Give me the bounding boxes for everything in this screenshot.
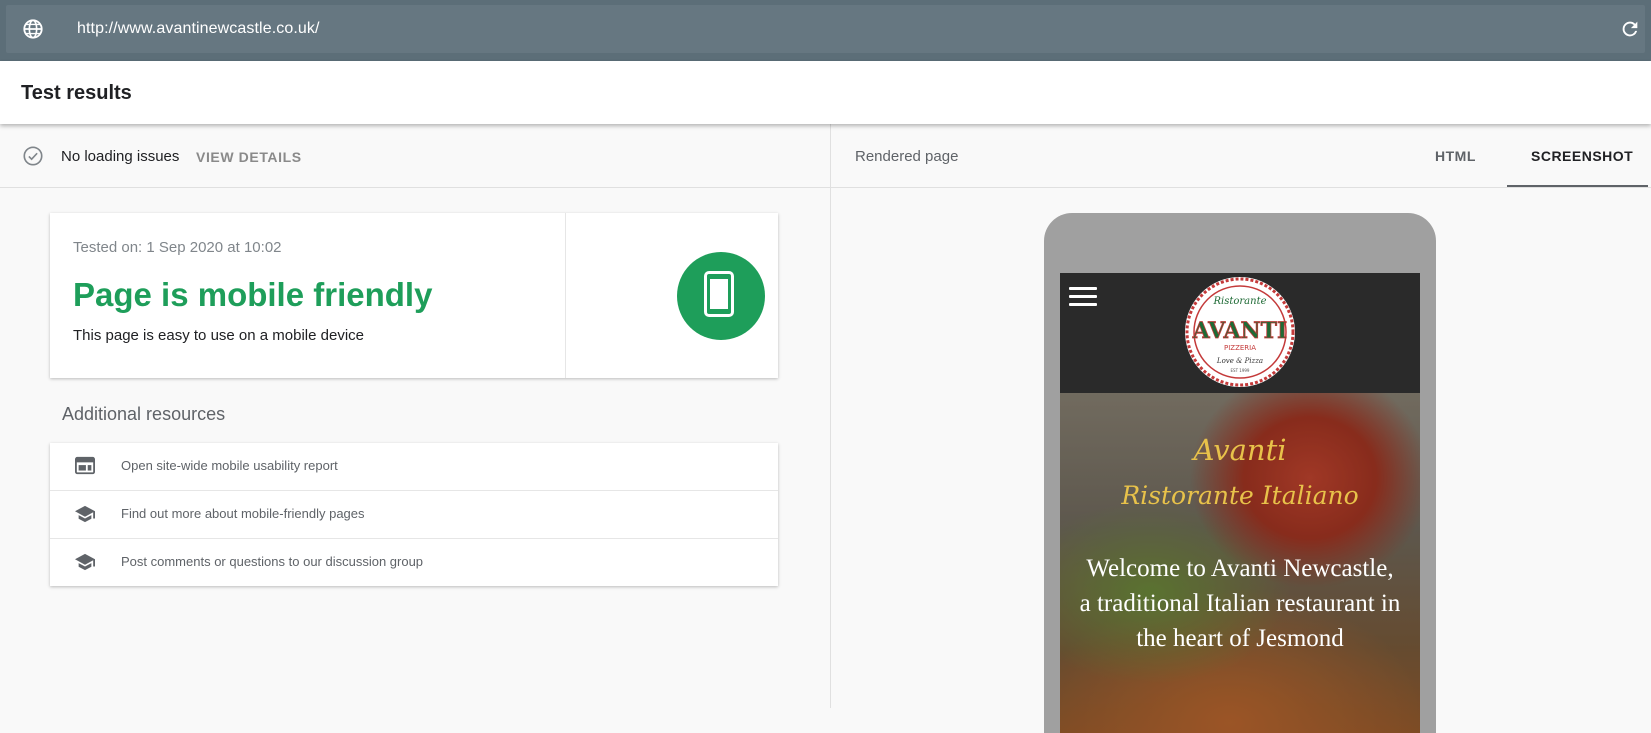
mobile-friendly-subtitle: This page is easy to use on a mobile dev… [73,327,364,344]
logo-name-text: AVANTI [1192,318,1288,344]
mobile-friendly-card: Tested on: 1 Sep 2020 at 10:02 Page is m… [50,213,778,378]
list-item-mobile-friendly-info[interactable]: Find out more about mobile-friendly page… [50,491,778,539]
check-circle-icon [23,146,43,166]
site-header: Ristorante AVANTI PIZZERIA Love & Pizza … [1060,273,1420,393]
phone-frame: Ristorante AVANTI PIZZERIA Love & Pizza … [1044,213,1436,733]
list-item-label: Open site-wide mobile usability report [121,458,338,473]
active-tab-indicator [1507,185,1648,187]
resources-list: Open site-wide mobile usability report F… [50,443,778,586]
hero-welcome-text: Welcome to Avanti Newcastle, a tradition… [1079,555,1401,652]
logo-tagline-text: Love & Pizza [1216,357,1263,365]
school-icon [75,553,95,571]
refresh-icon[interactable] [1619,18,1641,40]
list-item-discussion-group[interactable]: Post comments or questions to our discus… [50,539,778,586]
url-text[interactable]: http://www.avantinewcastle.co.uk/ [77,20,320,38]
result-summary: Tested on: 1 Sep 2020 at 10:02 Page is m… [50,213,566,378]
url-field[interactable]: http://www.avantinewcastle.co.uk/ [6,5,1645,53]
rendered-page-pane: Rendered page HTML SCREENSHOT Ristorante… [831,124,1651,733]
tab-html[interactable]: HTML [1435,148,1476,164]
list-item-label: Post comments or questions to our discus… [121,554,424,569]
web-report-icon [75,456,95,475]
logo-sub-text: PIZZERIA [1224,344,1256,352]
tab-screenshot[interactable]: SCREENSHOT [1531,148,1633,164]
list-item-label: Find out more about mobile-friendly page… [121,506,365,521]
page-title: Test results [21,82,132,104]
page-header: Test results [0,61,1651,124]
loading-status-row: No loading issues VIEW DETAILS [0,124,830,188]
logo-top-text: Ristorante [1212,296,1266,307]
avanti-logo: Ristorante AVANTI PIZZERIA Love & Pizza … [1185,277,1295,387]
logo-est-text: EST 1999 [1231,368,1250,373]
rendered-page-label: Rendered page [855,148,959,165]
rendered-tabs-row: Rendered page HTML SCREENSHOT [831,124,1651,188]
hero-subheading: Ristorante Italiano [1121,481,1359,510]
loading-status-text: No loading issues [61,148,180,165]
site-hero: Avanti Ristorante Italiano Welcome to Av… [1060,393,1420,733]
view-details-button[interactable]: VIEW DETAILS [196,149,302,165]
additional-resources-title: Additional resources [62,404,226,424]
hero-heading: Avanti [1193,433,1287,467]
site-screenshot: Ristorante AVANTI PIZZERIA Love & Pizza … [1060,273,1420,733]
tested-on-date: Tested on: 1 Sep 2020 at 10:02 [73,239,282,256]
url-bar: http://www.avantinewcastle.co.uk/ [0,0,1651,61]
mobile-friendly-title: Page is mobile friendly [73,276,433,313]
results-pane: No loading issues VIEW DETAILS Tested on… [0,124,831,708]
globe-icon [23,19,43,39]
smartphone-icon [677,252,765,340]
school-icon [75,505,95,523]
hamburger-menu-icon [1069,287,1097,309]
list-item-usability-report[interactable]: Open site-wide mobile usability report [50,443,778,491]
